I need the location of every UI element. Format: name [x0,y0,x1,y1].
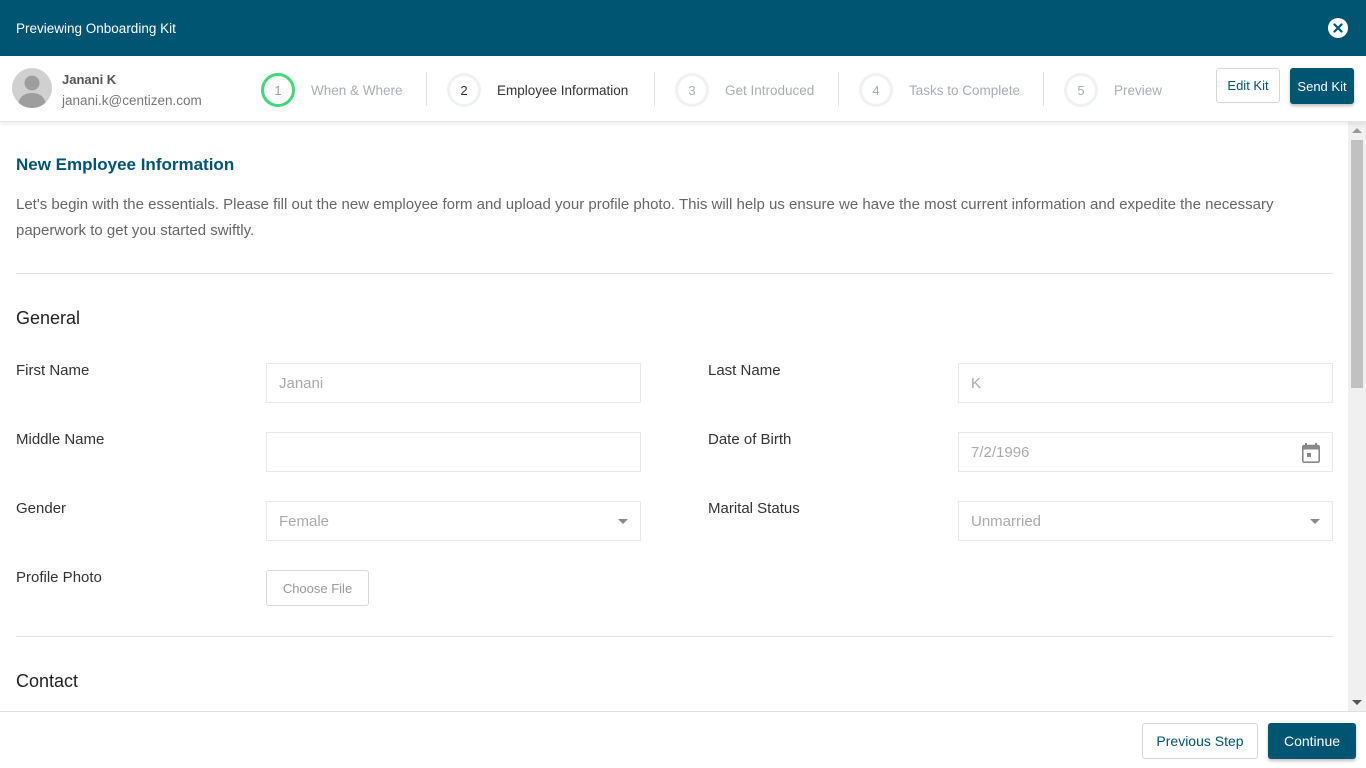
step-divider [426,72,427,106]
step-get-introduced[interactable]: 3 Get Introduced [675,73,814,107]
step-label: Employee Information [497,82,629,98]
step-number: 3 [675,73,709,107]
marital-status-select[interactable]: Unmarried [958,501,1333,541]
calendar-icon[interactable] [1302,443,1320,463]
gender-select[interactable]: Female [266,501,641,541]
previous-step-button[interactable]: Previous Step [1142,723,1258,759]
user-silhouette-icon [18,75,46,108]
page-title: New Employee Information [16,155,235,174]
kit-header: Janani K janani.k@centizen.com 1 When & … [0,56,1366,122]
last-name-value: K [971,374,982,392]
top-bar: Previewing Onboarding Kit [0,0,1366,56]
close-icon [1333,23,1343,33]
chevron-down-icon [1310,519,1320,524]
first-name-field[interactable]: Janani [266,363,641,403]
chevron-down-icon [618,519,628,524]
user-email: janani.k@centizen.com [62,93,202,108]
divider [16,273,1333,274]
middle-name-label: Middle Name [16,431,105,448]
scroll-up-arrow-icon[interactable] [1352,128,1362,133]
choose-file-button[interactable]: Choose File [266,570,369,606]
last-name-label: Last Name [708,362,781,379]
user-name: Janani K [62,72,117,87]
step-divider [654,72,655,106]
footer-bar: Previous Step Continue [0,711,1366,768]
close-button[interactable] [1328,18,1348,38]
profile-photo-label: Profile Photo [16,569,102,586]
step-number: 2 [447,73,481,107]
intro-text: Let's begin with the essentials. Please … [16,196,1274,239]
step-label: Get Introduced [725,82,815,98]
scroll-down-arrow-icon[interactable] [1352,700,1362,705]
first-name-value: Janani [279,374,324,392]
first-name-label: First Name [16,362,90,379]
scrollbar-thumb[interactable] [1351,140,1363,388]
step-number: 1 [261,73,295,107]
gender-label: Gender [16,500,67,517]
step-preview[interactable]: 5 Preview [1064,73,1162,107]
step-divider [1043,72,1044,106]
step-tasks-to-complete[interactable]: 4 Tasks to Complete [859,73,1020,107]
middle-name-field[interactable] [266,432,641,472]
avatar [12,68,52,108]
date-of-birth-field[interactable]: 7/2/1996 [958,432,1333,472]
section-title-general: General [16,308,81,328]
vertical-scrollbar[interactable] [1348,122,1366,711]
marital-status-value: Unmarried [971,512,1042,530]
step-number: 4 [859,73,893,107]
edit-kit-button[interactable]: Edit Kit [1216,68,1280,103]
last-name-field[interactable]: K [958,363,1333,403]
window-title: Previewing Onboarding Kit [16,20,176,36]
send-kit-button[interactable]: Send Kit [1290,68,1354,104]
marital-status-label: Marital Status [708,500,800,517]
step-when-where[interactable]: 1 When & Where [261,73,403,107]
step-divider [838,72,839,106]
section-title-contact: Contact [16,671,79,691]
form-content: New Employee Information Let's begin wit… [0,122,1348,711]
step-label: When & Where [311,82,403,98]
divider [16,636,1333,637]
step-employee-information[interactable]: 2 Employee Information [447,73,628,107]
step-number: 5 [1064,73,1098,107]
date-of-birth-label: Date of Birth [708,431,792,448]
date-of-birth-value: 7/2/1996 [971,443,1030,461]
step-label: Preview [1114,82,1163,98]
step-label: Tasks to Complete [909,82,1021,98]
gender-value: Female [279,512,330,530]
continue-button[interactable]: Continue [1268,723,1356,759]
